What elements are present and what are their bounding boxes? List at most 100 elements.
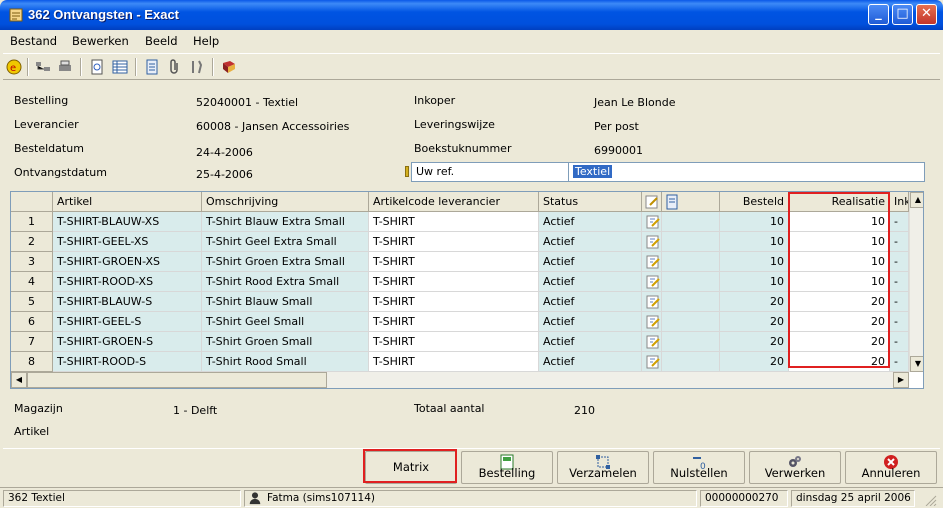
annuleren-button[interactable]: Annuleren xyxy=(845,451,937,484)
col-header-omschrijving[interactable]: Omschrijving xyxy=(202,192,369,212)
cell-doc[interactable] xyxy=(662,252,720,272)
note-icon[interactable] xyxy=(645,214,661,230)
vertical-scrollbar[interactable]: ▲ ▼ xyxy=(909,192,923,372)
col-header-artikel[interactable]: Artikel xyxy=(53,192,202,212)
scroll-up-button[interactable]: ▲ xyxy=(910,192,923,208)
preview-icon[interactable] xyxy=(89,59,105,75)
cell-omschrijving[interactable]: T-Shirt Groen Small xyxy=(202,332,369,352)
row-number[interactable]: 6 xyxy=(11,312,53,332)
row-number[interactable]: 7 xyxy=(11,332,53,352)
table-row[interactable]: 6 T-SHIRT-GEEL-S T-Shirt Geel Small T-SHIRT… xyxy=(11,312,909,332)
close-button[interactable]: ✕ xyxy=(916,4,937,25)
cell-ink[interactable]: - xyxy=(890,272,909,292)
cell-status[interactable]: Actief xyxy=(539,252,642,272)
cell-status[interactable]: Actief xyxy=(539,292,642,312)
cell-omschrijving[interactable]: T-Shirt Blauw Small xyxy=(202,292,369,312)
cell-omschrijving[interactable]: T-Shirt Geel Extra Small xyxy=(202,232,369,252)
menu-bewerken[interactable]: Bewerken xyxy=(72,34,129,48)
maximize-button[interactable]: □ xyxy=(892,4,913,25)
receipt-lines-grid[interactable]: Artikel Omschrijving Artikelcode leveran… xyxy=(10,191,924,389)
row-number[interactable]: 3 xyxy=(11,252,53,272)
cell-doc[interactable] xyxy=(662,232,720,252)
cell-besteld[interactable]: 20 xyxy=(720,292,789,312)
cell-artikelcode[interactable]: T-SHIRT xyxy=(369,272,539,292)
cell-doc[interactable] xyxy=(662,352,720,372)
cell-note[interactable] xyxy=(642,292,662,312)
cell-doc[interactable] xyxy=(662,332,720,352)
nulstellen-button[interactable]: 0 Nulstellen xyxy=(653,451,745,484)
col-header-ink[interactable]: Ink xyxy=(890,192,909,212)
row-number[interactable]: 8 xyxy=(11,352,53,372)
cell-ink[interactable]: - xyxy=(890,332,909,352)
cell-status[interactable]: Actief xyxy=(539,212,642,232)
cell-artikel[interactable]: T-SHIRT-GROEN-XS xyxy=(53,252,202,272)
note-icon[interactable] xyxy=(645,354,661,370)
cell-status[interactable]: Actief xyxy=(539,332,642,352)
cell-artikel[interactable]: T-SHIRT-ROOD-XS xyxy=(53,272,202,292)
col-header-artikelcode[interactable]: Artikelcode leverancier xyxy=(369,192,539,212)
tools-icon[interactable] xyxy=(189,59,205,75)
verzamelen-button[interactable]: Verzamelen xyxy=(557,451,649,484)
cell-artikel[interactable]: T-SHIRT-BLAUW-S xyxy=(53,292,202,312)
cell-ink[interactable]: - xyxy=(890,352,909,372)
bestelling-button[interactable]: Bestelling xyxy=(461,451,553,484)
row-number[interactable]: 4 xyxy=(11,272,53,292)
cell-note[interactable] xyxy=(642,352,662,372)
cell-doc[interactable] xyxy=(662,312,720,332)
cell-ink[interactable]: - xyxy=(890,292,909,312)
cell-omschrijving[interactable]: T-Shirt Rood Small xyxy=(202,352,369,372)
exact-logo-icon[interactable]: e xyxy=(6,59,22,75)
cell-artikelcode[interactable]: T-SHIRT xyxy=(369,252,539,272)
cell-artikelcode[interactable]: T-SHIRT xyxy=(369,232,539,252)
cell-doc[interactable] xyxy=(662,272,720,292)
cell-status[interactable]: Actief xyxy=(539,312,642,332)
col-header-besteld[interactable]: Besteld xyxy=(720,192,789,212)
cell-omschrijving[interactable]: T-Shirt Geel Small xyxy=(202,312,369,332)
note-icon[interactable] xyxy=(645,294,661,310)
cell-omschrijving[interactable]: T-Shirt Groen Extra Small xyxy=(202,252,369,272)
note-icon[interactable] xyxy=(645,254,661,270)
scroll-left-button[interactable]: ◀ xyxy=(11,372,27,388)
cell-artikel[interactable]: T-SHIRT-GEEL-S xyxy=(53,312,202,332)
cell-status[interactable]: Actief xyxy=(539,272,642,292)
cell-artikelcode[interactable]: T-SHIRT xyxy=(369,332,539,352)
verwerken-button[interactable]: Verwerken xyxy=(749,451,841,484)
uwref-input[interactable]: Textiel xyxy=(568,163,926,181)
cell-ink[interactable]: - xyxy=(890,232,909,252)
cell-besteld[interactable]: 20 xyxy=(720,332,789,352)
row-number[interactable]: 1 xyxy=(11,212,53,232)
cell-artikel[interactable]: T-SHIRT-GROEN-S xyxy=(53,332,202,352)
cell-besteld[interactable]: 10 xyxy=(720,212,789,232)
menu-bestand[interactable]: Bestand xyxy=(10,34,57,48)
horizontal-scrollbar[interactable]: ◀ ▶ xyxy=(11,372,909,388)
cell-ink[interactable]: - xyxy=(890,212,909,232)
cell-artikelcode[interactable]: T-SHIRT xyxy=(369,212,539,232)
attach-icon[interactable] xyxy=(167,59,183,75)
cell-status[interactable]: Actief xyxy=(539,352,642,372)
cell-status[interactable]: Actief xyxy=(539,232,642,252)
cell-besteld[interactable]: 10 xyxy=(720,272,789,292)
col-header-status[interactable]: Status xyxy=(539,192,642,212)
cell-note[interactable] xyxy=(642,212,662,232)
table-row[interactable]: 2 T-SHIRT-GEEL-XS T-Shirt Geel Extra Small… xyxy=(11,232,909,252)
col-header-note[interactable] xyxy=(642,192,662,212)
cell-doc[interactable] xyxy=(662,212,720,232)
tree-icon[interactable] xyxy=(35,59,51,75)
cell-besteld[interactable]: 10 xyxy=(720,252,789,272)
col-header-doc[interactable] xyxy=(662,192,720,212)
cell-besteld[interactable]: 10 xyxy=(720,232,789,252)
table-row[interactable]: 1 T-SHIRT-BLAUW-XS T-Shirt Blauw Extra Sma… xyxy=(11,212,909,232)
cell-note[interactable] xyxy=(642,232,662,252)
cell-artikelcode[interactable]: T-SHIRT xyxy=(369,292,539,312)
resize-grip-icon[interactable] xyxy=(922,492,938,507)
table-row[interactable]: 8 T-SHIRT-ROOD-S T-Shirt Rood Small T-SHIRT… xyxy=(11,352,909,372)
cell-artikelcode[interactable]: T-SHIRT xyxy=(369,352,539,372)
note-icon[interactable] xyxy=(645,234,661,250)
document-icon[interactable] xyxy=(144,59,160,75)
menu-beeld[interactable]: Beeld xyxy=(145,34,178,48)
list-icon[interactable] xyxy=(112,59,128,75)
cell-artikel[interactable]: T-SHIRT-GEEL-XS xyxy=(53,232,202,252)
table-row[interactable]: 7 T-SHIRT-GROEN-S T-Shirt Groen Small T-SHI… xyxy=(11,332,909,352)
cell-artikel[interactable]: T-SHIRT-ROOD-S xyxy=(53,352,202,372)
cell-note[interactable] xyxy=(642,332,662,352)
